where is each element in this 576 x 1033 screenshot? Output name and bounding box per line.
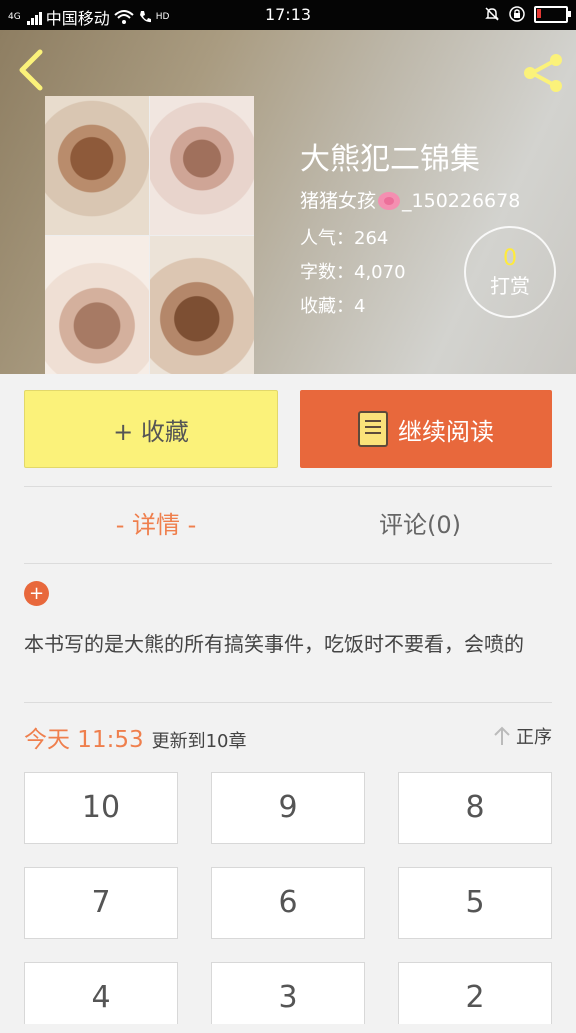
divider <box>24 563 552 564</box>
chapter-item[interactable]: 5 <box>398 867 552 939</box>
chapter-item[interactable]: 3 <box>211 962 365 1024</box>
rotation-lock-icon <box>509 6 525 22</box>
divider <box>24 486 552 487</box>
expand-plus-icon[interactable]: + <box>24 581 49 606</box>
author-name-prefix: 猪猪女孩 <box>300 190 377 212</box>
tip-count: 0 <box>503 246 517 271</box>
book-description: 本书写的是大熊的所有搞笑事件，吃饭时不要看，会喷的 <box>24 632 524 656</box>
continue-reading-label: 继续阅读 <box>398 417 494 446</box>
tab-detail[interactable]: - 详情 - <box>24 505 288 540</box>
share-icon[interactable] <box>520 50 566 96</box>
mute-bell-icon <box>485 7 499 21</box>
book-author[interactable]: 猪猪女孩 _150226678 <box>300 188 520 214</box>
book-cover <box>45 96 254 374</box>
author-name-suffix: _150226678 <box>402 190 521 212</box>
chapter-item[interactable]: 10 <box>24 772 178 844</box>
divider <box>24 702 552 703</box>
pig-emoji-icon <box>378 192 401 210</box>
cover-photo <box>150 235 254 374</box>
tip-label: 打赏 <box>490 274 530 298</box>
book-icon <box>358 411 388 447</box>
add-favorite-button[interactable]: + 收藏 <box>24 390 278 468</box>
cover-photo <box>150 96 254 235</box>
book-header: 大熊犯二锦集 猪猪女孩 _150226678 人气：264 字数：4,070 收… <box>0 30 576 374</box>
tab-comments[interactable]: 评论(0) <box>288 505 552 540</box>
sort-order-button[interactable]: 正序 <box>492 723 552 749</box>
cover-photo <box>45 96 149 235</box>
arrow-up-icon <box>494 726 510 745</box>
update-date: 今天 11:53 <box>24 727 144 753</box>
tip-button[interactable]: 0 打赏 <box>464 226 556 318</box>
chapter-item[interactable]: 8 <box>398 772 552 844</box>
update-chapters: 更新到10章 <box>151 731 247 752</box>
chapter-item[interactable]: 2 <box>398 962 552 1024</box>
battery-icon <box>534 5 571 23</box>
book-title: 大熊犯二锦集 <box>300 142 480 177</box>
chapter-item[interactable]: 7 <box>24 867 178 939</box>
update-info: 今天 11:53 更新到10章 <box>24 720 247 754</box>
cover-photo <box>45 235 149 374</box>
status-bar: 4G 中国移动 HD 17:13 <box>0 0 576 30</box>
chapter-item[interactable]: 9 <box>211 772 365 844</box>
chapter-item[interactable]: 6 <box>211 867 365 939</box>
sort-label: 正序 <box>516 727 552 748</box>
chapter-item[interactable]: 4 <box>24 962 178 1024</box>
back-icon[interactable] <box>14 48 48 92</box>
continue-reading-button[interactable]: 继续阅读 <box>300 390 552 468</box>
